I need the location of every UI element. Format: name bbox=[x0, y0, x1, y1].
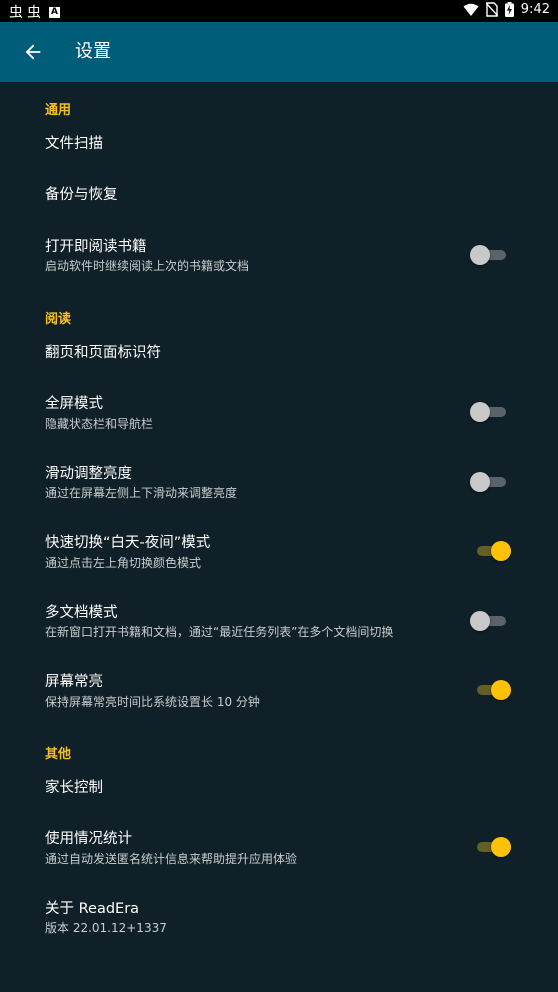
stats-switch[interactable] bbox=[477, 837, 511, 857]
section-header-general: 通用 bbox=[45, 103, 72, 118]
pref-file-scan[interactable]: 文件扫描 bbox=[45, 135, 103, 153]
pref-stats-title[interactable]: 使用情况统计 bbox=[45, 830, 132, 848]
pref-open-reading-summary: 启动软件时继续阅读上次的书籍或文档 bbox=[45, 259, 250, 273]
pref-page-turn[interactable]: 翻页和页面标识符 bbox=[45, 344, 161, 362]
pref-open-reading-title[interactable]: 打开即阅读书籍 bbox=[45, 238, 147, 256]
brightness-switch[interactable] bbox=[470, 472, 506, 492]
switch-thumb bbox=[470, 245, 490, 265]
switch-thumb bbox=[491, 680, 511, 700]
pref-screen-on-summary: 保持屏幕常亮时间比系统设置长 10 分钟 bbox=[45, 695, 260, 709]
section-header-reading: 阅读 bbox=[45, 312, 72, 327]
arrow-left-icon[interactable] bbox=[22, 41, 44, 63]
fullscreen-switch[interactable] bbox=[470, 402, 506, 422]
switch-thumb bbox=[491, 541, 511, 561]
pref-fullscreen-title[interactable]: 全屏模式 bbox=[45, 395, 103, 413]
switch-thumb bbox=[470, 611, 490, 631]
pref-parental-control[interactable]: 家长控制 bbox=[45, 779, 103, 797]
switch-thumb bbox=[470, 402, 490, 422]
status-time: 9:42 bbox=[520, 2, 550, 17]
status-system: 9:42 bbox=[463, 2, 550, 17]
open-reading-switch[interactable] bbox=[470, 245, 506, 265]
bug-icon: ⾍ bbox=[9, 5, 23, 21]
status-bar: ⾍ ⾍ A 9:42 bbox=[0, 0, 558, 22]
bug-icon: ⾍ bbox=[27, 5, 41, 21]
pref-stats-summary: 通过自动发送匿名统计信息来帮助提升应用体验 bbox=[45, 852, 298, 866]
pref-fullscreen-summary: 隐藏状态栏和导航栏 bbox=[45, 417, 154, 431]
pref-brightness-summary: 通过在屏幕左侧上下滑动来调整亮度 bbox=[45, 486, 238, 500]
pref-day-night-summary: 通过点击左上角切换颜色模式 bbox=[45, 556, 202, 570]
wifi-icon bbox=[463, 3, 479, 16]
page-title: 设置 bbox=[75, 41, 111, 62]
section-header-other: 其他 bbox=[45, 747, 72, 762]
no-sim-icon bbox=[485, 2, 498, 17]
battery-charging-icon bbox=[504, 2, 514, 17]
status-notifications: ⾍ ⾍ A bbox=[9, 2, 60, 22]
pref-multi-doc-title[interactable]: 多文档模式 bbox=[45, 604, 118, 622]
pref-multi-doc-summary: 在新窗口打开书籍和文档，通过“最近任务列表”在多个文档间切换 bbox=[45, 625, 394, 639]
multi-doc-switch[interactable] bbox=[470, 611, 506, 631]
app-bar: 设置 bbox=[0, 22, 558, 82]
screen-on-switch[interactable] bbox=[477, 680, 511, 700]
pref-about-title[interactable]: 关于 ReadEra bbox=[45, 900, 139, 918]
pref-backup-restore[interactable]: 备份与恢复 bbox=[45, 186, 118, 204]
switch-thumb bbox=[491, 837, 511, 857]
pref-brightness-title[interactable]: 滑动调整亮度 bbox=[45, 465, 132, 483]
notification-a-icon: A bbox=[49, 6, 60, 18]
day-night-switch[interactable] bbox=[477, 541, 511, 561]
pref-day-night-title[interactable]: 快速切换“白天-夜间”模式 bbox=[45, 534, 210, 552]
pref-screen-on-title[interactable]: 屏幕常亮 bbox=[45, 673, 103, 691]
pref-about-version: 版本 22.01.12+1337 bbox=[45, 921, 167, 935]
switch-thumb bbox=[470, 472, 490, 492]
